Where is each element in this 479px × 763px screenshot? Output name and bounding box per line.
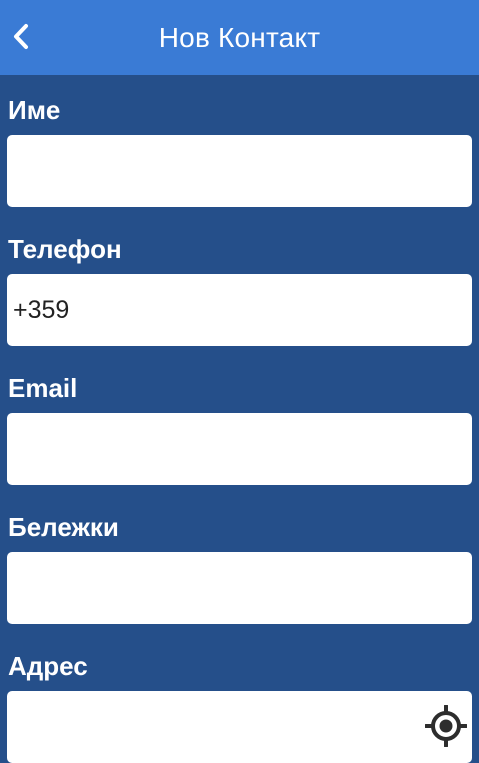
name-label: Име xyxy=(8,95,61,125)
notes-field[interactable] xyxy=(7,552,472,624)
locate-button[interactable] xyxy=(425,705,467,747)
address-field[interactable] xyxy=(7,691,472,763)
address-label: Адрес xyxy=(8,651,88,681)
name-field[interactable] xyxy=(7,135,472,207)
notes-label: Бележки xyxy=(8,512,119,542)
phone-label: Телефон xyxy=(8,234,122,264)
locate-crosshair-icon xyxy=(425,705,467,747)
email-label: Email xyxy=(8,373,78,403)
email-field[interactable] xyxy=(7,413,472,485)
phone-field[interactable] xyxy=(7,274,472,346)
page-title: Нов Контакт xyxy=(158,22,321,53)
app-header: Нов Контакт xyxy=(0,0,479,75)
